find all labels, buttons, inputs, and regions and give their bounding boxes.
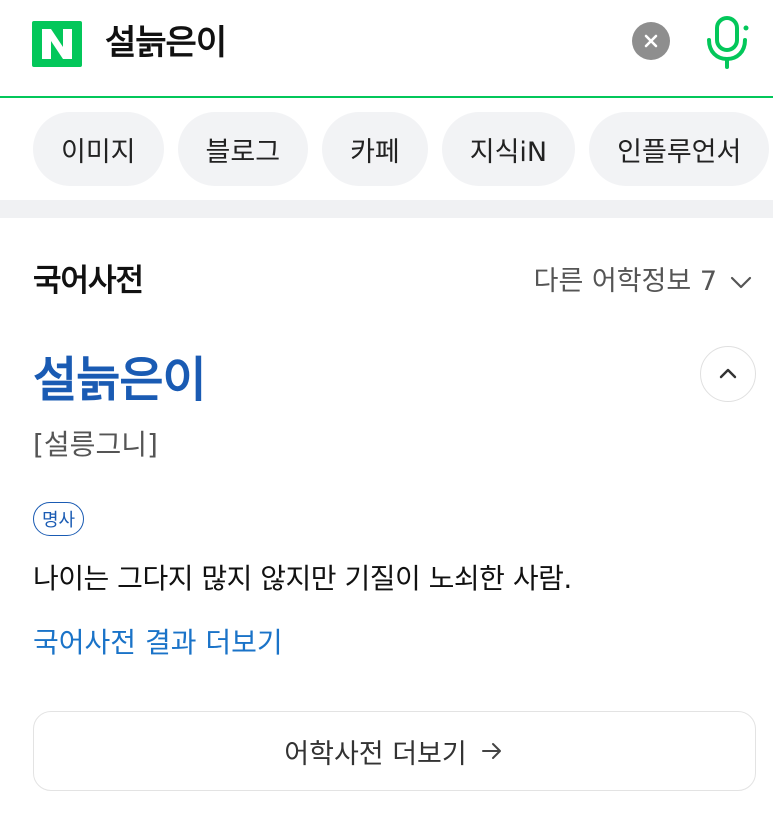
microphone-icon[interactable] [702, 14, 752, 70]
more-language-info-label: 다른 어학정보 7 [533, 266, 717, 297]
definition-text: 나이는 그다지 많지 않지만 기질이 노쇠한 사람. [33, 562, 572, 595]
clear-search-button[interactable] [632, 22, 670, 60]
section-title: 국어사전 [33, 263, 144, 299]
chevron-down-icon [730, 276, 752, 289]
tab-images[interactable]: 이미지 [33, 112, 164, 186]
search-query-text[interactable]: 설늙은이 [105, 20, 227, 66]
language-dictionary-more-label: 어학사전 더보기 [284, 738, 467, 770]
tab-cafe[interactable]: 카페 [322, 112, 428, 186]
tab-knowledge-in[interactable]: 지식iN [441, 112, 576, 186]
section-divider [0, 200, 773, 218]
tab-influencer[interactable]: 인플루언서 [589, 112, 770, 186]
naver-logo[interactable] [32, 21, 82, 67]
more-language-info-button[interactable]: 다른 어학정보 7 [534, 262, 755, 302]
arrow-right-icon [481, 743, 501, 759]
collapse-button[interactable] [700, 346, 756, 402]
close-icon [644, 34, 658, 48]
tab-blog[interactable]: 블로그 [177, 112, 309, 186]
entry-word-link[interactable]: 설늙은이 [33, 348, 207, 412]
search-header: 설늙은이 [0, 0, 773, 98]
dictionary-results-more-link[interactable]: 국어사전 결과 더보기 [33, 622, 283, 664]
language-dictionary-more-button[interactable]: 어학사전 더보기 [33, 711, 756, 791]
search-tabs: 이미지 블로그 카페 지식iN 인플루언서 [0, 112, 773, 188]
chevron-up-icon [719, 368, 737, 379]
part-of-speech-badge: 명사 [33, 502, 85, 536]
pronunciation: [설릉그니] [33, 428, 158, 461]
